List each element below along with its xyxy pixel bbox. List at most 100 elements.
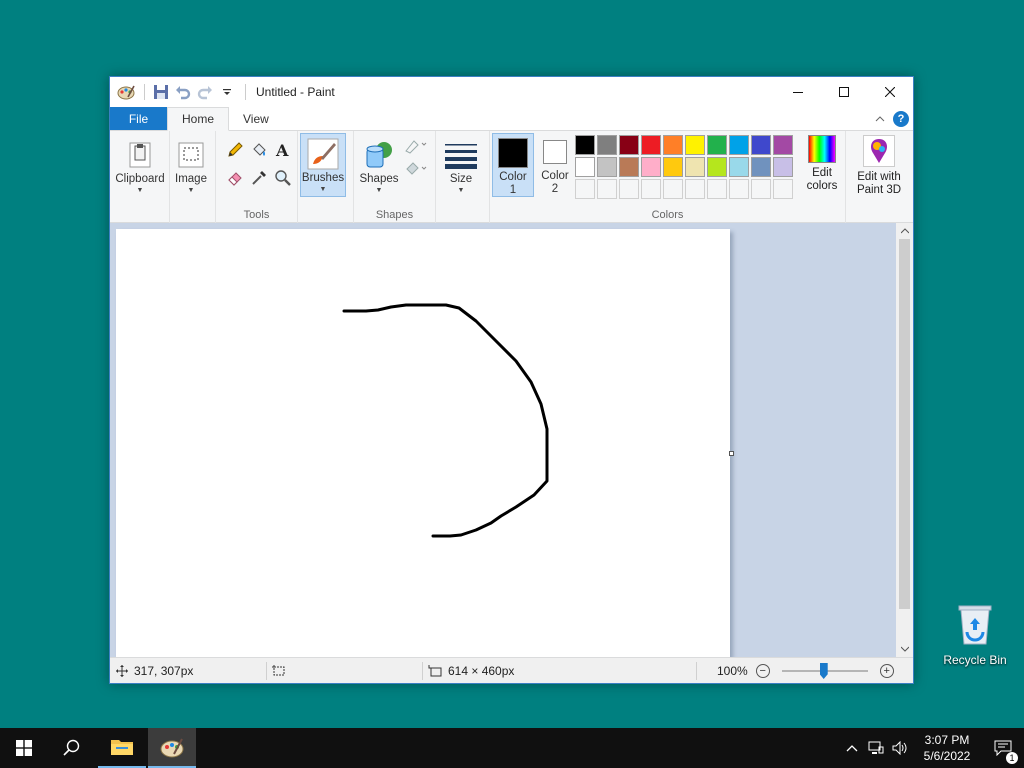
paint-window: Untitled - Paint File Home View ? Clipbo… bbox=[109, 76, 914, 684]
maximize-icon bbox=[839, 87, 849, 97]
quick-access-toolbar bbox=[110, 77, 252, 107]
text-icon[interactable]: A bbox=[272, 139, 294, 161]
zoom-slider-thumb[interactable] bbox=[819, 663, 828, 679]
search-icon bbox=[63, 739, 80, 756]
palette-swatch[interactable] bbox=[663, 135, 683, 155]
custom-color-slot[interactable] bbox=[729, 179, 749, 199]
image-button[interactable]: Image ▼ bbox=[168, 135, 214, 217]
customize-toolbar-icon[interactable] bbox=[217, 82, 237, 102]
select-icon bbox=[175, 139, 207, 171]
palette-swatch[interactable] bbox=[619, 157, 639, 177]
cursor-position: 317, 307px bbox=[116, 658, 193, 684]
show-hidden-icons-button[interactable] bbox=[840, 744, 864, 752]
status-divider bbox=[422, 662, 423, 680]
custom-color-slot[interactable] bbox=[663, 179, 683, 199]
palette-swatch[interactable] bbox=[597, 157, 617, 177]
brushes-button[interactable]: Brushes ▼ bbox=[300, 133, 346, 197]
custom-color-slot[interactable] bbox=[575, 179, 595, 199]
close-icon bbox=[885, 87, 895, 97]
tab-view[interactable]: View bbox=[229, 107, 283, 130]
clipboard-button[interactable]: Clipboard ▼ bbox=[114, 135, 166, 217]
recycle-bin-desktop-icon[interactable]: Recycle Bin bbox=[938, 600, 1012, 667]
palette-swatch[interactable] bbox=[575, 135, 595, 155]
start-button[interactable] bbox=[0, 728, 48, 768]
window-title: Untitled - Paint bbox=[256, 85, 335, 99]
maximize-button[interactable] bbox=[821, 77, 867, 107]
magnifier-icon[interactable] bbox=[272, 167, 294, 189]
scroll-down-icon[interactable] bbox=[896, 641, 913, 657]
custom-color-slot[interactable] bbox=[641, 179, 661, 199]
custom-color-slot[interactable] bbox=[707, 179, 727, 199]
palette-swatch[interactable] bbox=[575, 157, 595, 177]
pencil-icon[interactable] bbox=[224, 139, 246, 161]
zoom-in-button[interactable]: + bbox=[879, 664, 894, 678]
edit-colors-button[interactable]: Edit colors bbox=[800, 135, 844, 193]
minimize-button[interactable] bbox=[775, 77, 821, 107]
size-button[interactable]: Size ▼ bbox=[438, 135, 484, 217]
paint-app-icon bbox=[160, 738, 184, 758]
clock-time: 3:07 PM bbox=[924, 733, 970, 747]
palette-swatch[interactable] bbox=[707, 135, 727, 155]
canvas-resize-handle-right[interactable] bbox=[729, 451, 734, 456]
custom-color-slot[interactable] bbox=[751, 179, 771, 199]
palette-swatch[interactable] bbox=[663, 157, 683, 177]
fill-icon[interactable] bbox=[404, 159, 428, 180]
shapes-button[interactable]: Shapes ▼ bbox=[356, 135, 402, 217]
clipboard-group: Clipboard ▼ bbox=[110, 131, 170, 223]
palette-swatch[interactable] bbox=[641, 135, 661, 155]
color-1-button[interactable]: Color 1 bbox=[492, 133, 534, 197]
scrollbar-thumb[interactable] bbox=[899, 239, 910, 609]
palette-swatch[interactable] bbox=[707, 157, 727, 177]
help-icon[interactable]: ? bbox=[893, 111, 909, 127]
color-picker-icon[interactable] bbox=[248, 167, 270, 189]
palette-swatch[interactable] bbox=[619, 135, 639, 155]
custom-color-slot[interactable] bbox=[773, 179, 793, 199]
vertical-scrollbar[interactable] bbox=[896, 223, 913, 657]
title-bar[interactable]: Untitled - Paint bbox=[110, 77, 913, 107]
paint-app-icon[interactable] bbox=[116, 82, 136, 102]
palette-swatch[interactable] bbox=[751, 135, 771, 155]
zoom-slider[interactable] bbox=[781, 663, 868, 679]
undo-icon[interactable] bbox=[173, 82, 193, 102]
outline-icon[interactable] bbox=[404, 137, 428, 158]
tab-home[interactable]: Home bbox=[167, 107, 230, 131]
shapes-label: Shapes bbox=[359, 173, 399, 185]
zoom-out-button[interactable]: − bbox=[755, 664, 770, 678]
scroll-up-icon[interactable] bbox=[896, 223, 913, 239]
palette-swatch[interactable] bbox=[773, 135, 793, 155]
edit-with-paint3d-button[interactable]: Edit with Paint 3D bbox=[850, 135, 908, 197]
custom-color-slot[interactable] bbox=[685, 179, 705, 199]
palette-swatch[interactable] bbox=[729, 135, 749, 155]
palette-swatch[interactable] bbox=[685, 157, 705, 177]
palette-swatch[interactable] bbox=[751, 157, 771, 177]
network-icon bbox=[868, 741, 884, 754]
drawing-canvas[interactable] bbox=[116, 229, 730, 657]
action-center-button[interactable]: 1 bbox=[982, 740, 1024, 764]
redo-icon[interactable] bbox=[195, 82, 215, 102]
clock[interactable]: 3:07 PM 5/6/2022 bbox=[912, 732, 982, 764]
palette-swatch[interactable] bbox=[685, 135, 705, 155]
edit-colors-label-a: Edit bbox=[812, 167, 832, 179]
close-button[interactable] bbox=[867, 77, 913, 107]
chevron-down-icon: ▼ bbox=[375, 187, 383, 194]
search-button[interactable] bbox=[48, 728, 96, 768]
palette-swatch[interactable] bbox=[773, 157, 793, 177]
collapse-ribbon-icon[interactable] bbox=[875, 115, 885, 123]
eraser-icon[interactable] bbox=[224, 167, 246, 189]
save-icon[interactable] bbox=[151, 82, 171, 102]
file-explorer-taskbar-button[interactable] bbox=[98, 728, 146, 768]
volume-button[interactable] bbox=[888, 741, 912, 755]
palette-swatch[interactable] bbox=[729, 157, 749, 177]
tab-file[interactable]: File bbox=[110, 107, 167, 130]
palette-swatch[interactable] bbox=[597, 135, 617, 155]
custom-color-slot[interactable] bbox=[619, 179, 639, 199]
custom-color-slot[interactable] bbox=[597, 179, 617, 199]
size-label: Size bbox=[449, 173, 473, 185]
palette-swatch[interactable] bbox=[641, 157, 661, 177]
fill-bucket-icon[interactable] bbox=[248, 139, 270, 161]
paint-taskbar-button[interactable] bbox=[148, 728, 196, 768]
color-2-button[interactable]: Color 2 bbox=[534, 133, 576, 197]
canvas-workspace[interactable] bbox=[110, 223, 897, 657]
network-button[interactable] bbox=[864, 741, 888, 755]
color-1-label-a: Color bbox=[499, 171, 527, 183]
